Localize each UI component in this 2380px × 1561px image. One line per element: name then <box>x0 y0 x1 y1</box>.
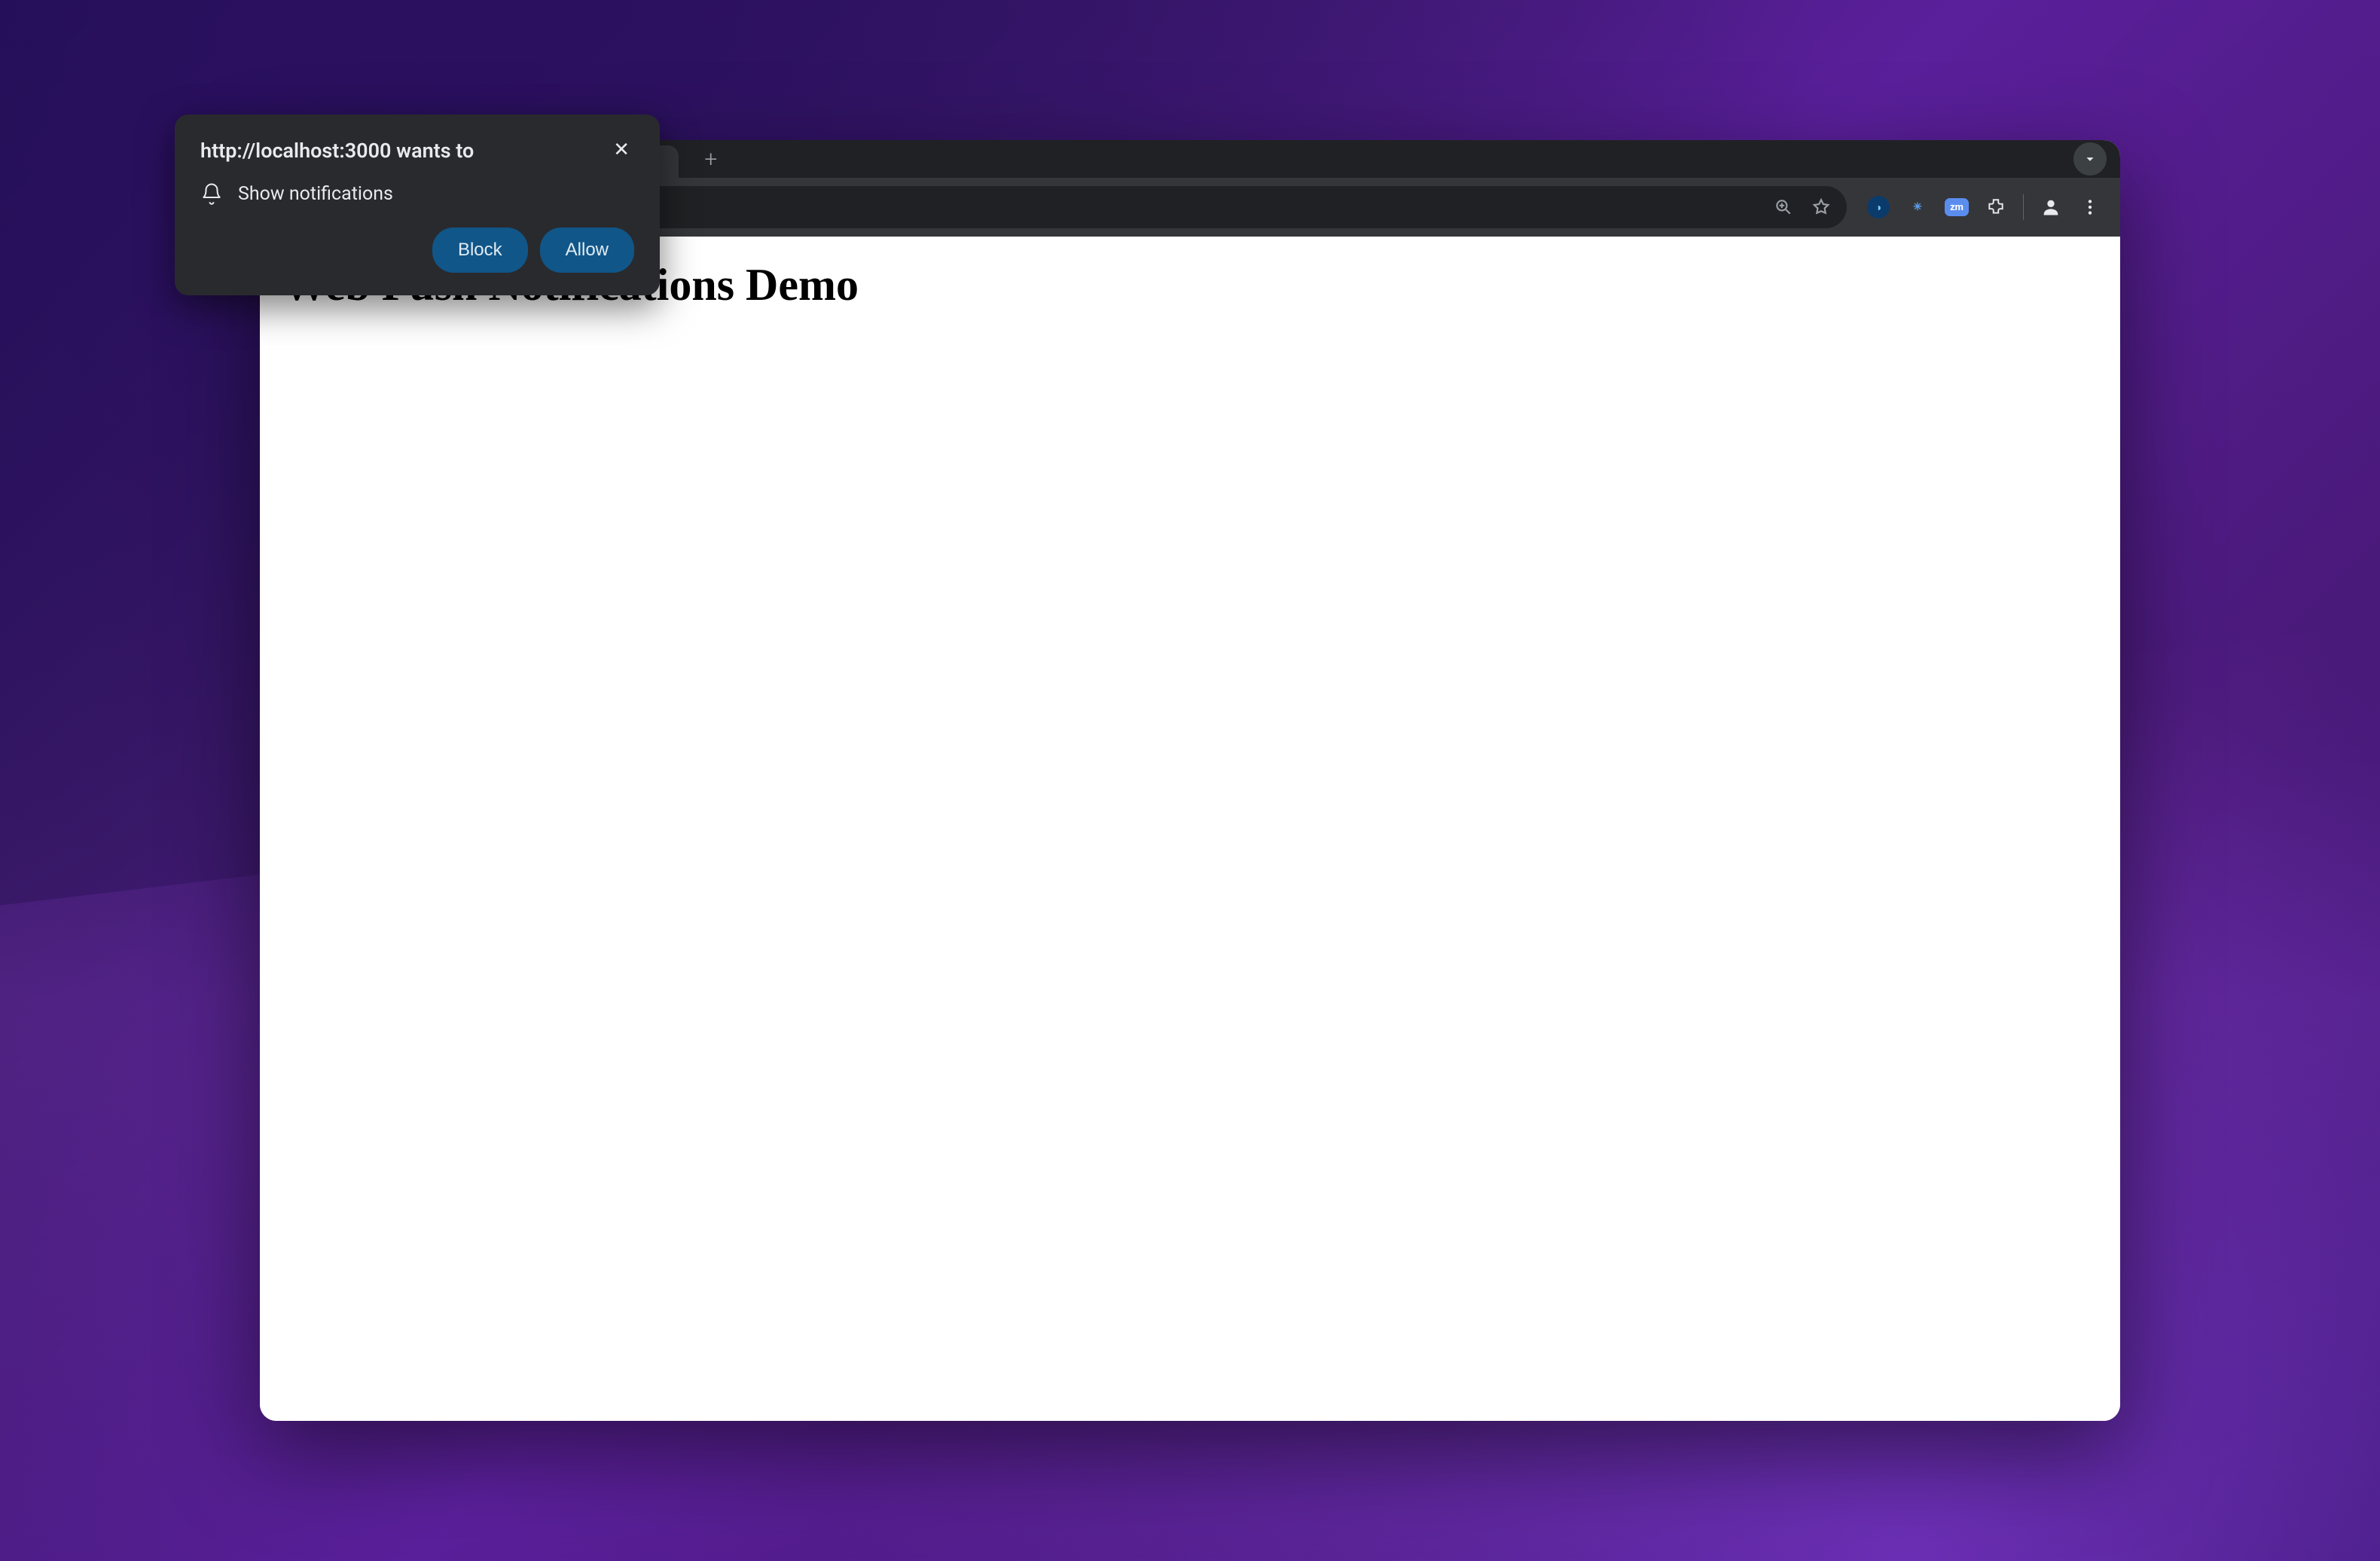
permission-text: Show notifications <box>238 183 393 205</box>
extension-ghostery[interactable]: ◑ <box>1862 191 1895 224</box>
permission-close-button[interactable]: ✕ <box>609 139 634 161</box>
extension-react-devtools[interactable]: ✳ <box>1901 191 1934 224</box>
permission-prompt: http://localhost:3000 wants to ✕ Show no… <box>175 115 660 295</box>
new-tab-button[interactable]: + <box>686 146 735 173</box>
bookmark-star-icon[interactable] <box>1806 192 1836 222</box>
browser-menu-button[interactable] <box>2073 191 2107 224</box>
extension-icons: ◑ ✳ zm <box>1862 191 2107 224</box>
permission-title: http://localhost:3000 wants to <box>200 139 474 163</box>
block-button[interactable]: Block <box>432 228 528 273</box>
allow-button[interactable]: Allow <box>540 228 634 273</box>
zoom-icon[interactable] <box>1768 192 1799 222</box>
browser-window: Push Notifications using Node × + localh… <box>260 140 2120 1421</box>
page-content: Web Push Notifications Demo <box>260 237 2120 1421</box>
tabs-overflow-button[interactable] <box>2073 142 2107 176</box>
extension-zoom[interactable]: zm <box>1940 191 1973 224</box>
profile-button[interactable] <box>2034 191 2067 224</box>
toolbar-divider <box>2023 194 2024 220</box>
bell-icon <box>200 182 223 205</box>
extensions-menu-button[interactable] <box>1979 191 2012 224</box>
